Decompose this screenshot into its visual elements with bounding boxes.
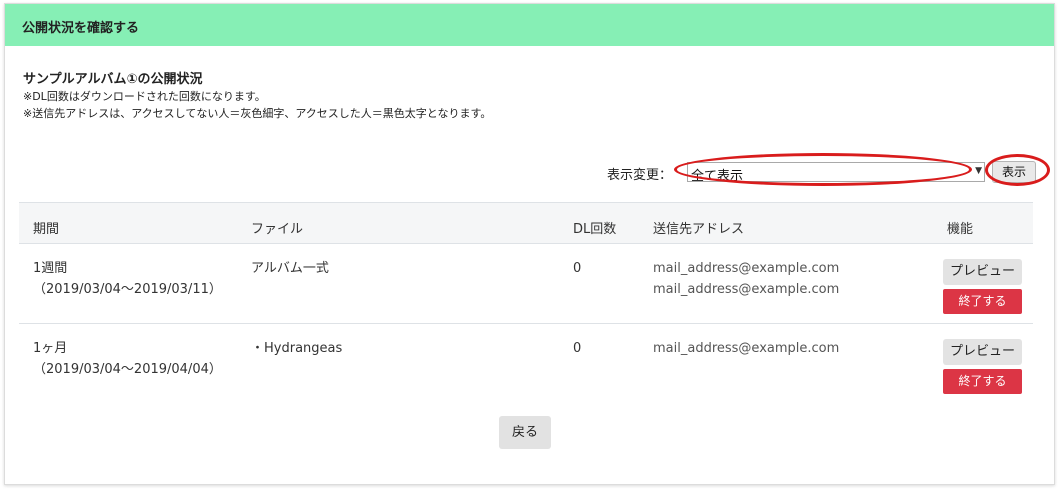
show-button[interactable]: 表示 xyxy=(992,161,1036,183)
recipient-address: mail_address@example.com xyxy=(653,341,840,356)
preview-button[interactable]: プレビュー xyxy=(943,259,1022,285)
album-status-title: サンプルアルバム①の公開状況 xyxy=(23,72,203,87)
header-period: 期間 xyxy=(33,222,60,237)
dl-count-cell: 0 xyxy=(573,261,582,276)
file-cell: アルバム一式 xyxy=(251,261,329,276)
back-button[interactable]: 戻る xyxy=(499,416,551,449)
page-title: 公開状況を確認する xyxy=(22,21,140,36)
address-note: ※送信先アドレスは、アクセスしてない人＝灰色細字、アクセスした人＝黒色太字となり… xyxy=(23,107,492,120)
recipient-address: mail_address@example.com xyxy=(653,261,840,276)
display-filter-select[interactable]: 全て表示 ▼ xyxy=(687,162,985,184)
period-cell: 1週間 （2019/03/04～2019/03/11） xyxy=(33,258,222,300)
period-cell: 1ヶ月 （2019/03/04～2019/04/04） xyxy=(33,338,222,380)
end-button[interactable]: 終了する xyxy=(943,289,1022,314)
period-label: 1ヶ月 xyxy=(33,341,68,356)
dl-count-note: ※DL回数はダウンロードされた回数になります。 xyxy=(23,90,266,103)
period-range: （2019/03/04～2019/04/04） xyxy=(33,362,222,377)
header-dl-count: DL回数 xyxy=(573,222,617,237)
panel-header: 公開状況を確認する xyxy=(5,4,1054,46)
file-cell: ・Hydrangeas xyxy=(251,341,343,356)
address-cell: mail_address@example.com xyxy=(653,338,839,359)
address-cell: mail_address@example.com mail_address@ex… xyxy=(653,258,839,300)
table-header-row: 期間 ファイル DL回数 送信先アドレス 機能 xyxy=(19,202,1033,244)
filter-selected-value: 全て表示 xyxy=(691,169,744,184)
table-row: 1ヶ月 （2019/03/04～2019/04/04） ・Hydrangeas … xyxy=(19,324,1033,404)
table-row: 1週間 （2019/03/04～2019/03/11） アルバム一式 0 mai… xyxy=(19,244,1033,324)
preview-button[interactable]: プレビュー xyxy=(943,339,1022,365)
header-file: ファイル xyxy=(251,222,304,237)
period-range: （2019/03/04～2019/03/11） xyxy=(33,282,222,297)
recipient-address: mail_address@example.com xyxy=(653,282,840,297)
end-button[interactable]: 終了する xyxy=(943,369,1022,394)
period-label: 1週間 xyxy=(33,261,68,276)
dl-count-cell: 0 xyxy=(573,341,582,356)
header-actions: 機能 xyxy=(947,222,974,237)
header-address: 送信先アドレス xyxy=(653,222,745,237)
filter-label: 表示変更： xyxy=(607,168,673,183)
dropdown-arrow-icon: ▼ xyxy=(975,166,982,176)
